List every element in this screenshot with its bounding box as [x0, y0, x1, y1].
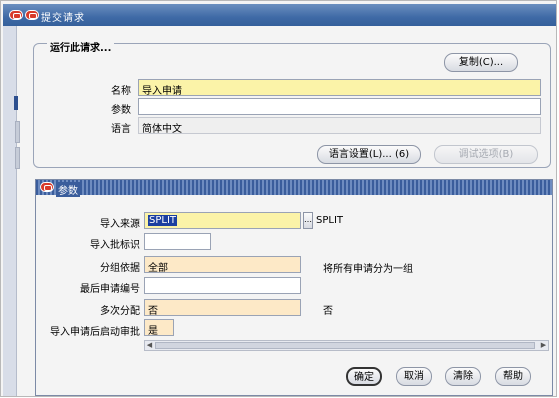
debug-options-button: 调试选项(B) — [434, 145, 538, 164]
cancel-button[interactable]: 取消 — [396, 367, 432, 386]
param-label: 导入申请后启动审批 — [50, 327, 140, 338]
param-multiple-distributions-field[interactable]: 否 — [144, 299, 301, 316]
param-initiate-approval-field[interactable]: 是 — [144, 319, 174, 336]
lov-button[interactable]: … — [303, 212, 313, 229]
param-description: SPLIT — [316, 215, 344, 226]
horizontal-scrollbar[interactable]: ◀ ▶ — [144, 340, 549, 351]
parameters-field[interactable] — [138, 98, 541, 115]
parameters-title-bar[interactable]: 参数 — [36, 180, 552, 197]
rail-tab[interactable] — [15, 147, 20, 169]
name-label: 名称 — [111, 86, 131, 97]
param-label: 导入来源 — [100, 219, 140, 230]
parameters-title: 参数 — [56, 182, 80, 197]
window-title-bar[interactable]: 提交请求 — [3, 4, 556, 26]
ok-button[interactable]: 确定 — [346, 367, 382, 386]
oracle-menu-icon[interactable] — [9, 10, 23, 20]
param-group-by-field[interactable]: 全部 — [144, 256, 301, 273]
language-label: 语言 — [111, 124, 131, 135]
param-label: 导入批标识 — [90, 240, 140, 251]
oracle-window-icon[interactable] — [25, 10, 39, 20]
submit-request-window: 提交请求 运行此请求... 复制(C)... 名称 导入申请 参数 语言 简体中… — [0, 0, 557, 397]
param-label: 最后申请编号 — [80, 284, 140, 295]
rail-tab[interactable] — [15, 121, 20, 143]
param-import-source-field[interactable]: SPLIT — [144, 212, 301, 229]
param-value-selected: SPLIT — [148, 215, 178, 226]
param-label: 多次分配 — [100, 306, 140, 317]
rail-marker — [14, 96, 18, 110]
param-import-batch-id-field[interactable] — [144, 233, 211, 250]
param-label: 分组依据 — [100, 263, 140, 274]
request-section-legend: 运行此请求... — [47, 39, 115, 54]
parameters-label: 参数 — [111, 105, 131, 116]
copy-button[interactable]: 复制(C)... — [444, 53, 518, 72]
param-description: 否 — [323, 306, 333, 317]
language-field: 简体中文 — [138, 117, 541, 134]
clear-button[interactable]: 清除 — [445, 367, 481, 386]
name-field[interactable]: 导入申请 — [138, 79, 541, 96]
scroll-right-icon[interactable]: ▶ — [539, 341, 548, 350]
help-button[interactable]: 帮助 — [495, 367, 531, 386]
language-settings-button[interactable]: 语言设置(L)... (6) — [317, 145, 421, 164]
window-title: 提交请求 — [41, 13, 85, 24]
param-description: 将所有申请分为一组 — [323, 264, 413, 275]
left-rail — [3, 26, 17, 396]
oracle-menu-icon[interactable] — [40, 182, 54, 192]
param-last-requisition-number-field[interactable] — [144, 277, 301, 294]
scroll-left-icon[interactable]: ◀ — [145, 341, 154, 350]
scrollbar-thumb[interactable] — [155, 342, 535, 349]
